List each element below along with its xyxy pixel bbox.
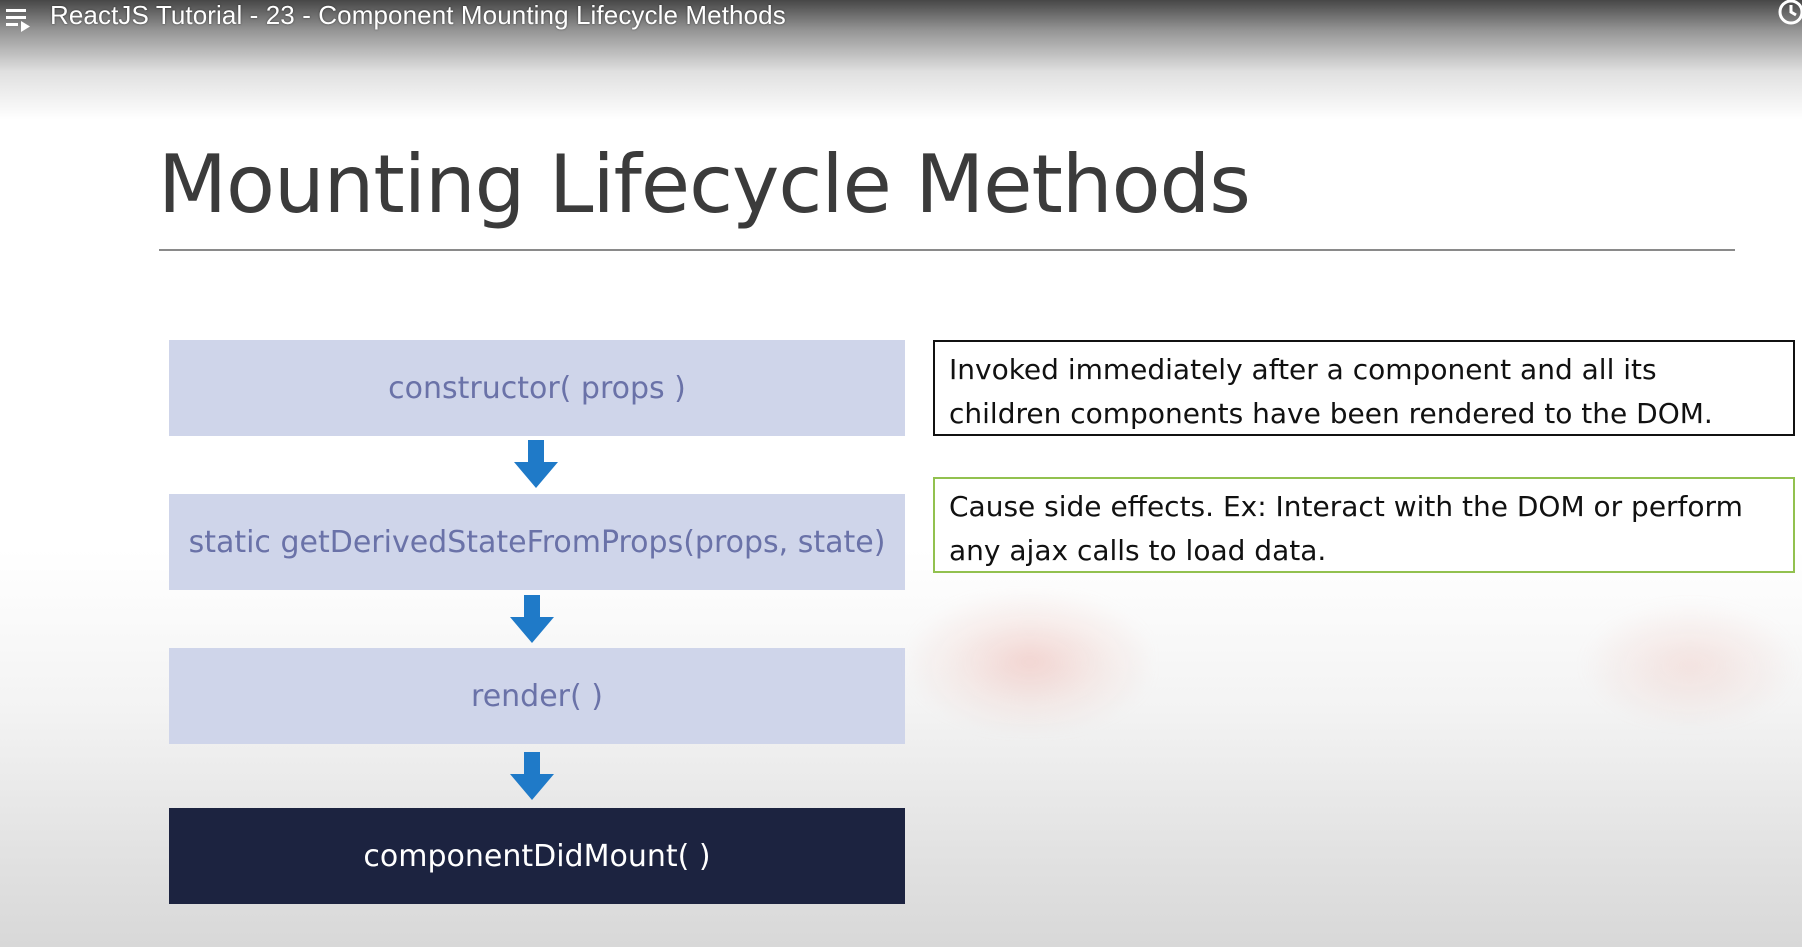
slide-title: Mounting Lifecycle Methods: [158, 138, 1251, 231]
player-top-bar: ReactJS Tutorial - 23 - Component Mounti…: [0, 0, 1802, 120]
video-title[interactable]: ReactJS Tutorial - 23 - Component Mounti…: [50, 0, 786, 30]
background-blur: [1580, 600, 1800, 730]
down-arrow-icon: [510, 752, 554, 800]
note-box-description: Invoked immediately after a component an…: [933, 340, 1795, 436]
note-line: children components have been rendered t…: [949, 397, 1713, 430]
title-divider: [159, 249, 1735, 251]
down-arrow-icon: [514, 440, 558, 488]
background-blur: [910, 592, 1150, 732]
note-line: Invoked immediately after a component an…: [949, 353, 1657, 386]
clock-icon[interactable]: [1776, 0, 1802, 30]
note-line: any ajax calls to load data.: [949, 534, 1327, 567]
flow-step-constructor: constructor( props ): [169, 340, 905, 436]
video-frame[interactable]: ReactJS Tutorial - 23 - Component Mounti…: [0, 0, 1802, 947]
flow-step-render: render( ): [169, 648, 905, 744]
down-arrow-icon: [510, 595, 554, 643]
note-line: Cause side effects. Ex: Interact with th…: [949, 490, 1743, 523]
flow-step-getderivedstatefromprops: static getDerivedStateFromProps(props, s…: [169, 494, 905, 590]
note-box-side-effects: Cause side effects. Ex: Interact with th…: [933, 477, 1795, 573]
playlist-icon[interactable]: [4, 4, 34, 34]
flow-step-componentdidmount: componentDidMount( ): [169, 808, 905, 904]
